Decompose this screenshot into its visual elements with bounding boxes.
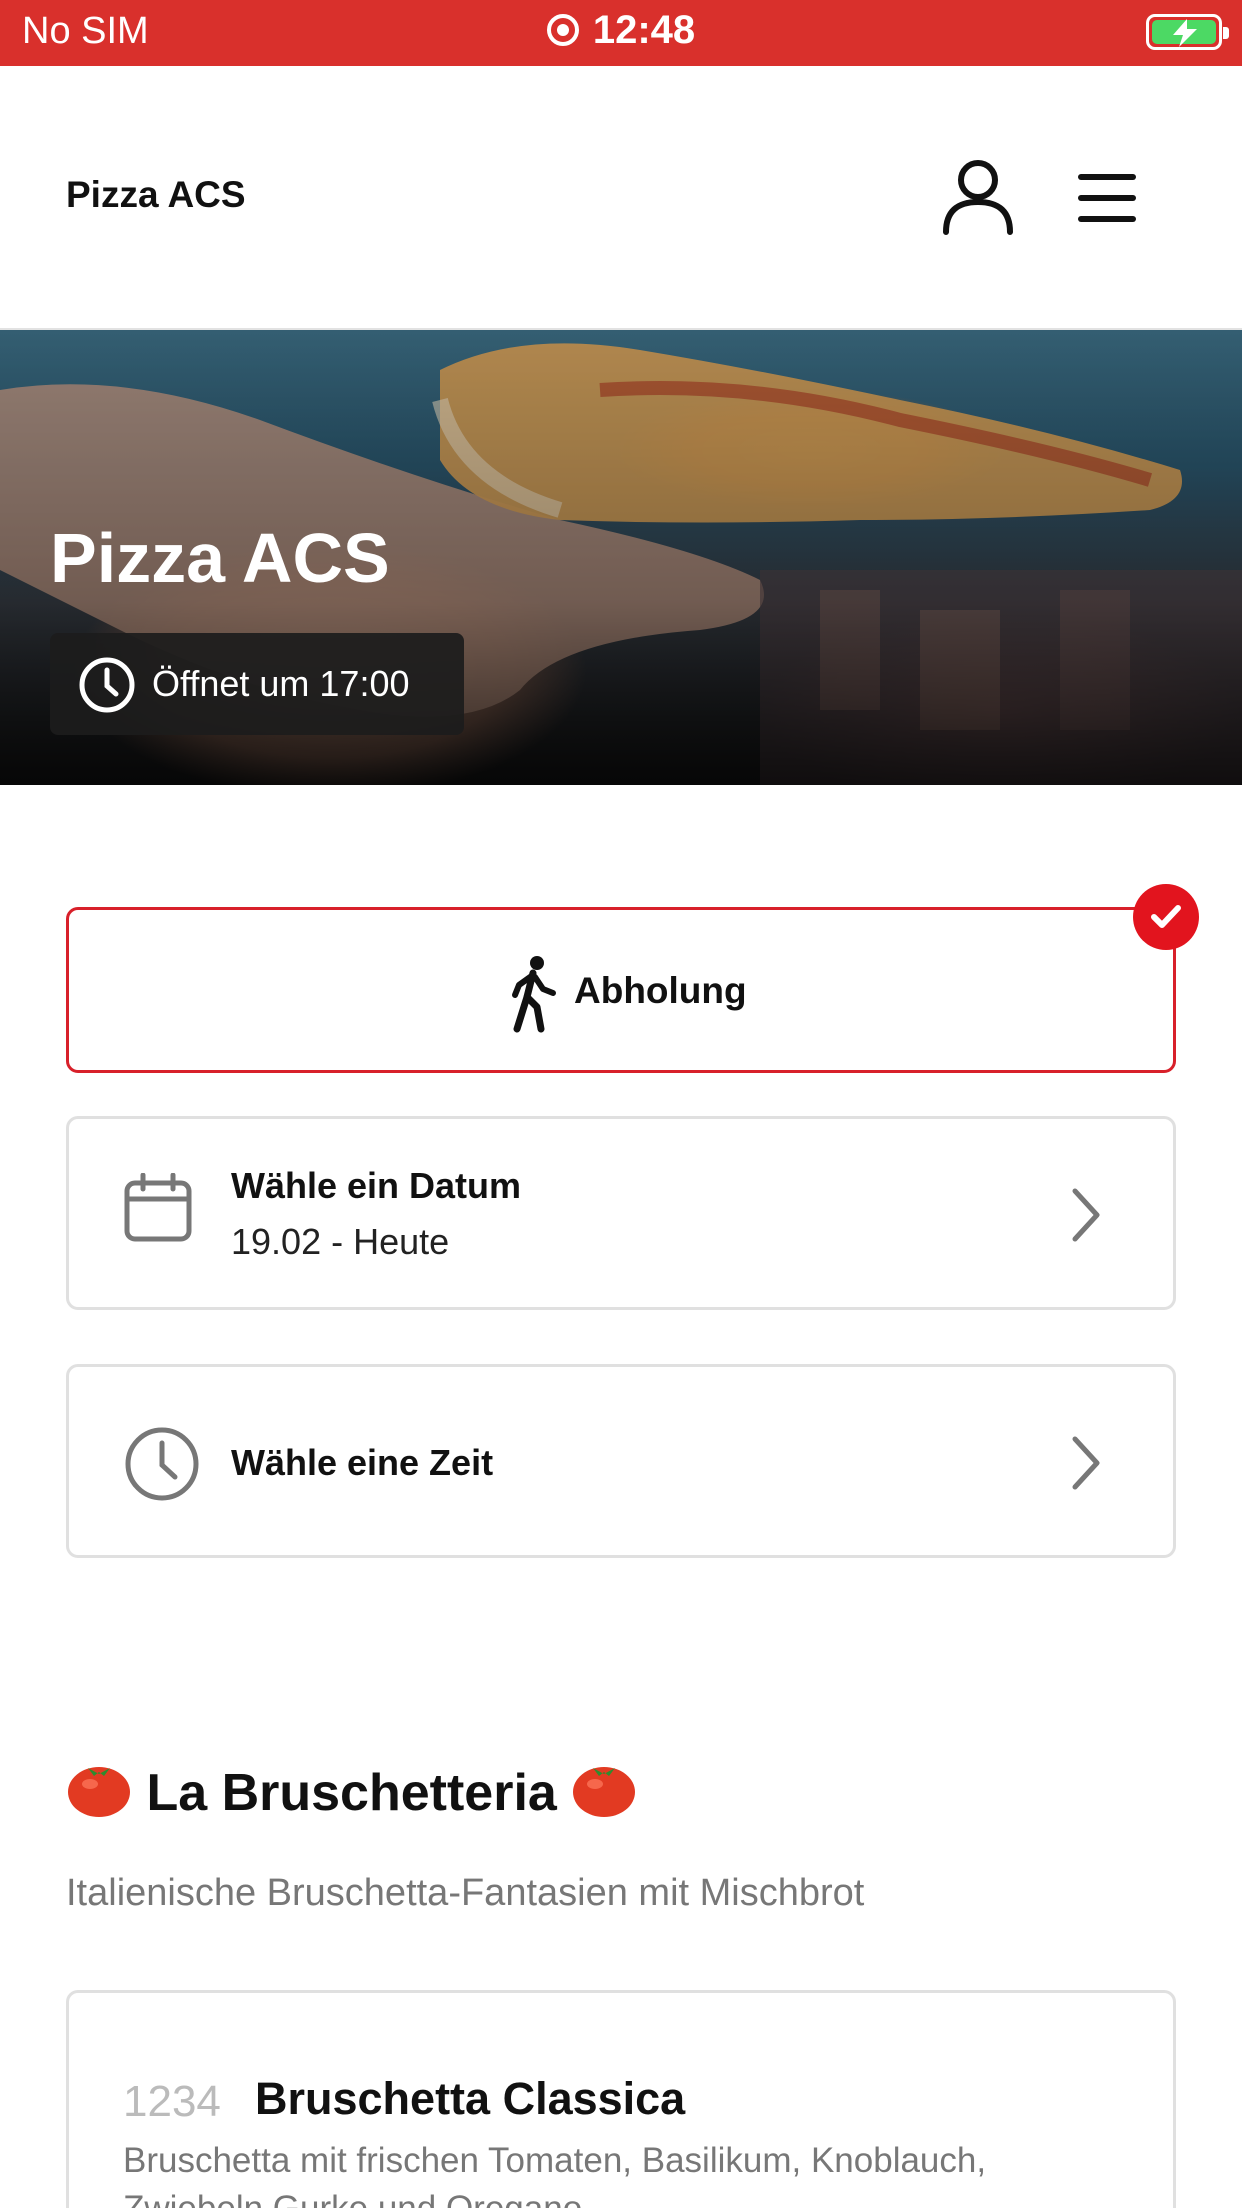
chevron-right-icon — [1072, 1436, 1100, 1490]
app-header: Pizza ACS — [0, 66, 1242, 330]
opening-hours-text: Öffnet um 17:00 — [152, 663, 410, 704]
tomato-icon — [573, 1767, 636, 1817]
selected-date: 19.02 - Heute — [231, 1221, 450, 1262]
battery-icon — [1146, 14, 1229, 50]
opening-hours-badge: Öffnet um 17:00 — [50, 633, 464, 735]
restaurant-title: Pizza ACS — [50, 519, 390, 597]
hamburger-menu-icon — [1078, 174, 1136, 222]
time-selector-title: Wähle eine Zeit — [231, 1442, 494, 1483]
pickup-option[interactable]: Abholung — [66, 907, 1176, 1073]
account-button[interactable] — [940, 158, 1016, 238]
chevron-right-icon — [1072, 1188, 1100, 1242]
menu-item-description: Bruschetta mit frischen Tomaten, Basilik… — [123, 2141, 987, 2208]
walking-person-icon — [512, 956, 556, 1033]
pickup-label: Abholung — [574, 970, 747, 1011]
screen: No SIM 12:48 Pizza ACS Pizza ACS Öffnet … — [0, 0, 1242, 2208]
calendar-icon — [124, 1173, 192, 1242]
clock-label: 12:48 — [592, 8, 696, 52]
menu-item-card[interactable]: 1234 Bruschetta Classica Bruschetta mit … — [66, 1990, 1176, 2208]
date-selector-title: Wähle ein Datum — [231, 1165, 522, 1206]
menu-button[interactable] — [1074, 172, 1140, 224]
user-icon — [943, 160, 1013, 235]
clock-icon — [79, 657, 135, 713]
menu-item-name: Bruschetta Classica — [255, 2073, 686, 2124]
status-time: 12:48 — [0, 8, 1242, 53]
time-selector[interactable]: Wähle eine Zeit — [66, 1364, 1176, 1558]
recording-icon — [546, 14, 579, 46]
charging-bolt-icon — [1173, 19, 1197, 47]
status-bar: No SIM 12:48 — [0, 0, 1242, 66]
brand-name[interactable]: Pizza ACS — [66, 174, 246, 216]
hero-banner: Pizza ACS Öffnet um 17:00 — [0, 330, 1242, 785]
checkmark-icon — [1151, 905, 1181, 928]
menu-section-description: Italienische Bruschetta-Fantasien mit Mi… — [66, 1872, 865, 1914]
menu-item-number: 1234 — [123, 2077, 221, 2126]
selected-check-badge — [1133, 884, 1199, 950]
tomato-icon — [68, 1767, 130, 1817]
clock-icon — [125, 1427, 199, 1501]
menu-section-title: La Bruschetteria — [66, 1760, 637, 1823]
date-selector[interactable]: Wähle ein Datum 19.02 - Heute — [66, 1116, 1176, 1310]
section-title-text: La Bruschetteria — [146, 1764, 557, 1822]
